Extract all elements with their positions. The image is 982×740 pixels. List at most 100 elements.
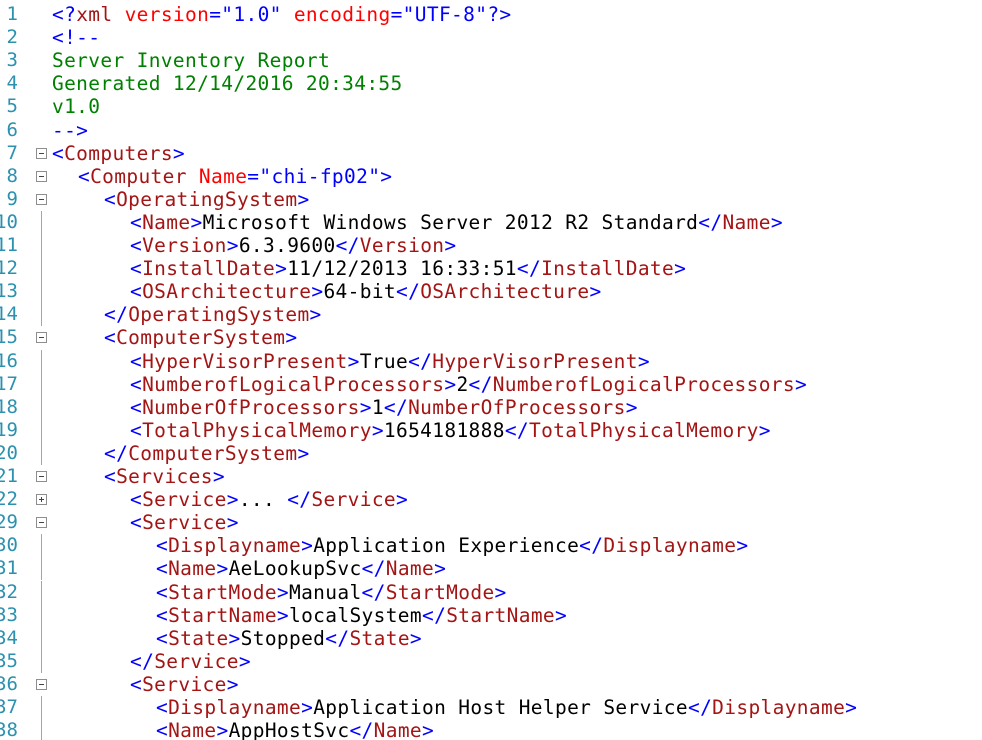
line-number: 32 bbox=[0, 580, 18, 603]
xml-delimiter: < bbox=[130, 511, 143, 535]
code-text[interactable]: <StartName>localSystem</StartName> bbox=[156, 604, 567, 627]
code-line[interactable]: 19 <TotalPhysicalMemory>1654181888</Total… bbox=[0, 418, 982, 442]
outline-guide bbox=[41, 719, 42, 740]
element-name: Displayname bbox=[603, 534, 737, 558]
code-text[interactable]: Generated 12/14/2016 20:34:55 bbox=[52, 72, 403, 95]
code-line[interactable]: 13 <OSArchitecture>64-bit</OSArchitecture… bbox=[0, 280, 982, 304]
text-content: AeLookupSvc bbox=[228, 557, 362, 581]
code-line[interactable]: 21 <Services> bbox=[0, 465, 982, 488]
expand-icon[interactable] bbox=[36, 494, 47, 506]
code-text[interactable]: v1.0 bbox=[52, 95, 100, 118]
code-line[interactable]: 31 <Name>AeLookupSvc</Name> bbox=[0, 557, 982, 581]
collapse-icon[interactable] bbox=[36, 147, 47, 159]
code-text[interactable]: <ComputerSystem> bbox=[104, 326, 297, 349]
code-line[interactable]: 6 --> bbox=[0, 119, 982, 142]
code-text[interactable]: <OSArchitecture>64-bit</OSArchitecture> bbox=[130, 280, 602, 303]
xml-delimiter: > bbox=[226, 511, 239, 535]
element-name: InstallDate bbox=[142, 257, 276, 281]
element-name: State bbox=[349, 626, 410, 650]
code-line[interactable]: 7 <Computers> bbox=[0, 142, 982, 165]
xml-delimiter: </ bbox=[504, 418, 529, 442]
code-text[interactable]: <Services> bbox=[104, 465, 225, 488]
code-text[interactable]: <OperatingSystem> bbox=[104, 188, 310, 211]
code-text[interactable]: <Name>AppHostSvc</Name> bbox=[156, 719, 434, 740]
xml-delimiter: > bbox=[371, 418, 384, 442]
element-name: HyperVisorPresent bbox=[432, 349, 638, 373]
code-line[interactable]: 1 <?xml version="1.0" encoding="UTF-8"?> bbox=[0, 3, 982, 26]
code-text[interactable]: <Service>... </Service> bbox=[130, 488, 408, 511]
code-text[interactable]: </ComputerSystem> bbox=[104, 442, 310, 465]
code-text[interactable]: <State>Stopped</State> bbox=[156, 627, 422, 650]
code-line[interactable]: 37 <Displayname>Application Host Helper S… bbox=[0, 696, 982, 719]
code-line[interactable]: 29 <Service> bbox=[0, 511, 982, 534]
outline-guide bbox=[41, 349, 42, 373]
code-line[interactable]: 15 <ComputerSystem> bbox=[0, 326, 982, 349]
collapse-icon[interactable] bbox=[36, 193, 47, 205]
code-line[interactable]: 11 <Version>6.3.9600</Version> bbox=[0, 234, 982, 257]
code-line[interactable]: 34 <State>Stopped</State> bbox=[0, 626, 982, 650]
code-line[interactable]: 18 <NumberOfProcessors>1</NumberOfProcess… bbox=[0, 395, 982, 419]
code-text[interactable]: <Service> bbox=[130, 511, 239, 534]
code-text[interactable]: <Service> bbox=[130, 673, 239, 696]
code-line[interactable]: 8 <Computer Name="chi-fp02"> bbox=[0, 165, 982, 188]
xml-delimiter: > bbox=[309, 303, 322, 327]
code-text[interactable]: <Displayname>Application Host Helper Ser… bbox=[156, 696, 857, 719]
code-text[interactable]: <NumberOfProcessors>1</NumberOfProcessor… bbox=[130, 396, 638, 419]
code-line[interactable]: 35 </Service> bbox=[0, 649, 982, 673]
element-name: OperatingSystem bbox=[128, 303, 310, 327]
code-line[interactable]: 4 Generated 12/14/2016 20:34:55 bbox=[0, 72, 982, 95]
code-line[interactable]: 14 </OperatingSystem> bbox=[0, 303, 982, 327]
code-line[interactable]: 20 </ComputerSystem> bbox=[0, 441, 982, 465]
code-line[interactable]: 10 <Name>Microsoft Windows Server 2012 R2… bbox=[0, 210, 982, 234]
collapse-icon[interactable] bbox=[36, 170, 47, 182]
code-line[interactable]: 22 <Service>... </Service> bbox=[0, 488, 982, 511]
xml-delimiter: > bbox=[226, 488, 239, 512]
code-text[interactable]: <!-- bbox=[52, 26, 100, 49]
code-text[interactable]: <Name>AeLookupSvc</Name> bbox=[156, 557, 446, 580]
code-text[interactable]: <HyperVisorPresent>True</HyperVisorPrese… bbox=[130, 350, 650, 373]
outline-guide bbox=[41, 557, 42, 581]
code-line[interactable]: 36 <Service> bbox=[0, 673, 982, 696]
code-text[interactable]: <Name>Microsoft Windows Server 2012 R2 S… bbox=[130, 211, 783, 234]
xml-delimiter: > bbox=[380, 164, 393, 188]
xml-delimiter: > bbox=[276, 603, 289, 627]
code-text[interactable]: <Computers> bbox=[52, 142, 185, 165]
code-line[interactable]: 12 <InstallDate>11/12/2013 16:33:51</Inst… bbox=[0, 257, 982, 281]
code-text[interactable]: --> bbox=[52, 119, 88, 142]
code-line[interactable]: 30 <Displayname>Application Experience</D… bbox=[0, 534, 982, 558]
line-number: 33 bbox=[0, 603, 18, 626]
code-line[interactable]: 3 Server Inventory Report bbox=[0, 49, 982, 72]
code-line[interactable]: 17 <NumberofLogicalProcessors>2</Numberof… bbox=[0, 372, 982, 396]
code-text[interactable]: <Version>6.3.9600</Version> bbox=[130, 234, 456, 257]
xml-delimiter: = bbox=[390, 3, 403, 26]
code-text[interactable]: <StartMode>Manual</StartMode> bbox=[156, 581, 507, 604]
code-line[interactable]: 5 v1.0 bbox=[0, 95, 982, 118]
collapse-icon[interactable] bbox=[36, 471, 47, 482]
code-line[interactable]: 9 <OperatingSystem> bbox=[0, 188, 982, 211]
element-name: Service bbox=[142, 511, 227, 535]
code-line[interactable]: 2 <!-- bbox=[0, 26, 982, 49]
collapse-icon[interactable] bbox=[36, 678, 47, 690]
text-content: Application Experience bbox=[313, 534, 580, 558]
code-text[interactable]: <Computer Name="chi-fp02"> bbox=[78, 165, 392, 188]
xml-editor[interactable]: 1 <?xml version="1.0" encoding="UTF-8"?> 2… bbox=[0, 0, 982, 740]
code-line[interactable]: 32 <StartMode>Manual</StartMode> bbox=[0, 580, 982, 604]
collapse-icon[interactable] bbox=[36, 332, 47, 344]
code-text[interactable]: </OperatingSystem> bbox=[104, 303, 322, 326]
xml-delimiter: > bbox=[275, 257, 288, 281]
xml-delimiter: < bbox=[130, 418, 143, 442]
code-text[interactable]: </Service> bbox=[130, 650, 251, 673]
collapse-icon[interactable] bbox=[36, 517, 47, 529]
code-text[interactable]: <NumberofLogicalProcessors>2</NumberofLo… bbox=[130, 373, 807, 396]
xml-delimiter: > bbox=[311, 280, 324, 304]
code-text[interactable]: <TotalPhysicalMemory>1654181888</TotalPh… bbox=[130, 419, 771, 442]
code-line[interactable]: 16 <HyperVisorPresent>True</HyperVisorPre… bbox=[0, 349, 982, 373]
text-content: 6.3.9600 bbox=[238, 234, 336, 257]
line-number: 2 bbox=[6, 26, 18, 49]
code-line[interactable]: 33 <StartName>localSystem</StartName> bbox=[0, 603, 982, 627]
code-text[interactable]: Server Inventory Report bbox=[52, 49, 330, 72]
code-line[interactable]: 38 <Name>AppHostSvc</Name> bbox=[0, 719, 982, 740]
code-text[interactable]: <?xml version="1.0" encoding="UTF-8"?> bbox=[52, 3, 512, 26]
code-text[interactable]: <Displayname>Application Experience</Dis… bbox=[156, 534, 748, 557]
code-text[interactable]: <InstallDate>11/12/2013 16:33:51</Instal… bbox=[130, 257, 686, 280]
